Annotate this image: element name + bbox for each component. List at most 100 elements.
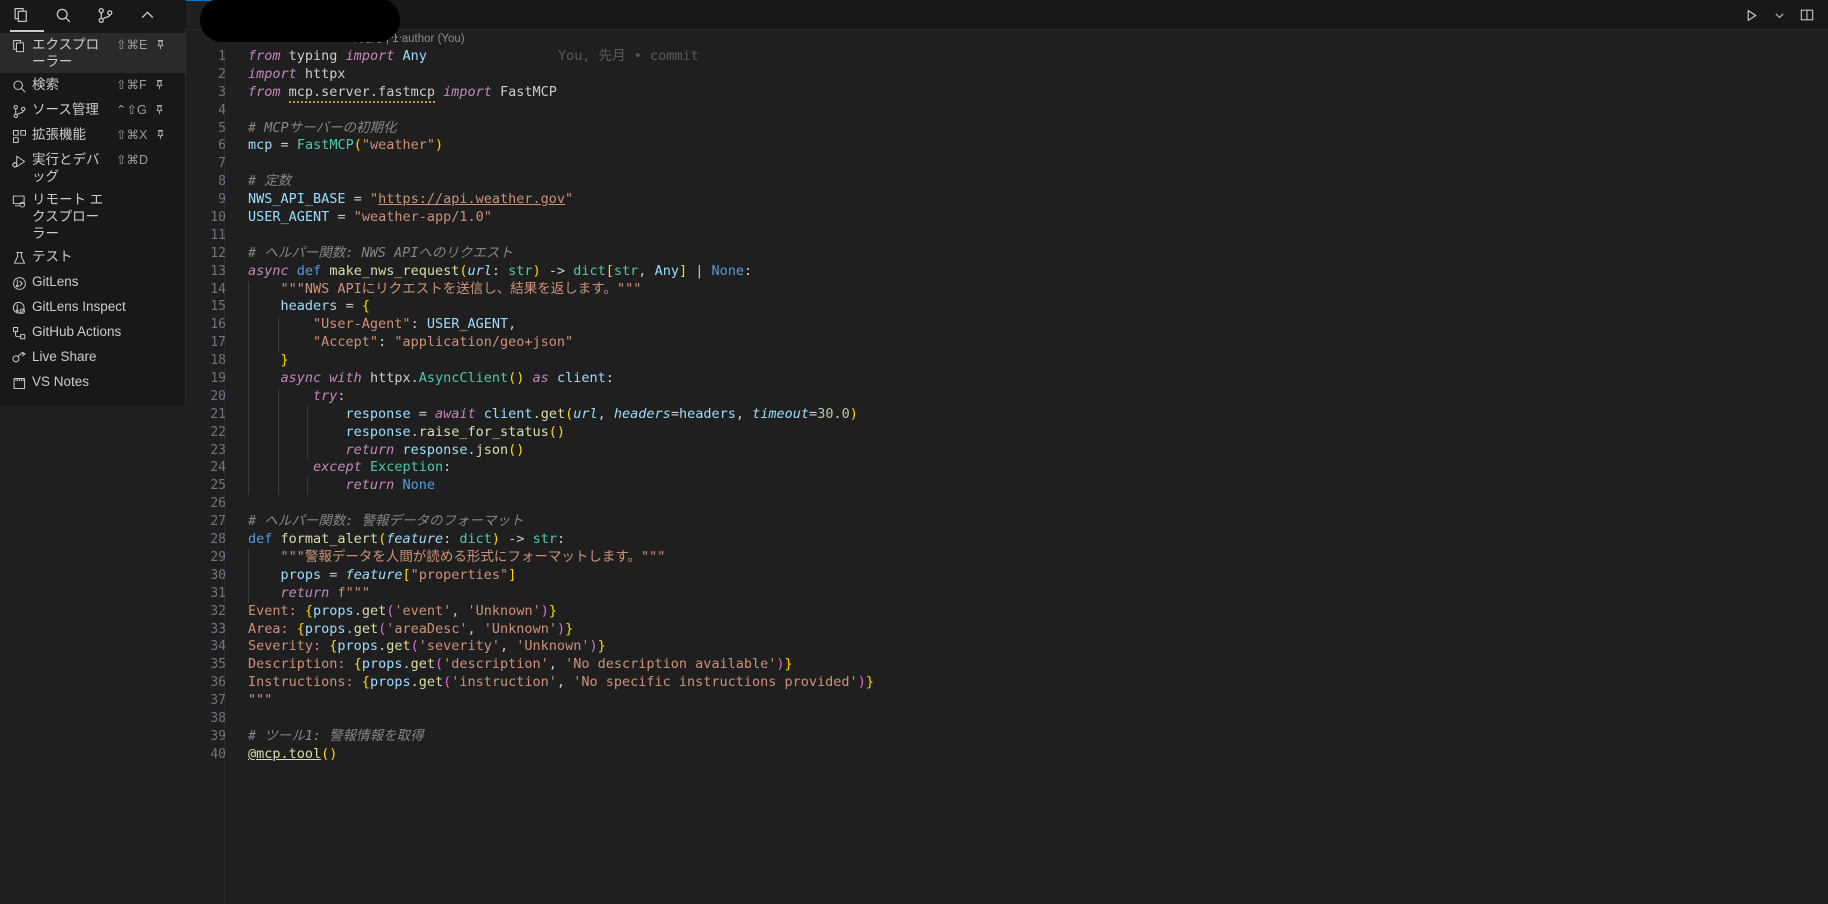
menu-item-7[interactable]: GitLens xyxy=(0,270,185,295)
indent-guide xyxy=(248,316,249,335)
code-line[interactable]: 31 return f""" xyxy=(186,584,1828,603)
code-line[interactable]: 34 Severity: {props.get('severity', 'Unkn… xyxy=(186,638,1828,656)
code-text: mcp = FastMCP("weather") xyxy=(248,137,444,154)
files-icon xyxy=(6,37,32,55)
menu-item-3[interactable]: 拡張機能 ⇧⌘X xyxy=(0,123,185,148)
beaker-icon xyxy=(6,249,32,267)
line-number: 14 xyxy=(210,281,226,297)
activity-bar xyxy=(0,0,186,30)
code-line[interactable]: 40 @mcp.tool() xyxy=(186,746,1828,764)
indent-guide xyxy=(248,334,249,353)
code-line[interactable]: 19 async with httpx.AsyncClient() as cli… xyxy=(186,370,1828,388)
code-line[interactable]: 38 xyxy=(186,710,1828,728)
line-number: 35 xyxy=(210,657,226,673)
line-number: 22 xyxy=(210,424,226,440)
code-line[interactable]: 23 return response.json() xyxy=(186,441,1828,460)
code-text: } xyxy=(248,352,1828,371)
menu-item-label: 検索 xyxy=(32,77,59,92)
search-icon[interactable] xyxy=(42,0,84,30)
tab-overflow-indicator[interactable]: … xyxy=(390,26,403,41)
menu-item-label: テスト xyxy=(32,249,73,264)
code-line[interactable]: 28 def format_alert(feature: dict) -> str… xyxy=(186,531,1828,549)
pin-icon[interactable] xyxy=(153,102,167,119)
code-line[interactable]: 30 props = feature["properties"] xyxy=(186,566,1828,585)
play-icon[interactable] xyxy=(1738,2,1764,28)
code-line[interactable]: 7 xyxy=(186,155,1828,173)
line-number: 23 xyxy=(210,442,226,458)
code-line[interactable]: 13 async def make_nws_request(url: str) -… xyxy=(186,263,1828,281)
indent-guide xyxy=(248,566,249,585)
code-line[interactable]: 24 except Exception: xyxy=(186,459,1828,478)
inline-blame-annotation: You, 先月 • commit xyxy=(558,48,699,64)
menu-item-10[interactable]: Live Share xyxy=(0,345,185,370)
code-line[interactable]: 6 mcp = FastMCP("weather") xyxy=(186,137,1828,155)
pin-icon[interactable] xyxy=(153,37,167,54)
code-line[interactable]: 26 xyxy=(186,495,1828,513)
indent-guide xyxy=(248,548,249,567)
code-text: response.raise_for_status() xyxy=(248,423,1828,442)
code-content[interactable]: 1 from typing import Any You, 先月 • commit 2… xyxy=(186,48,1828,764)
line-number: 12 xyxy=(210,245,226,261)
menu-item-4[interactable]: 実行とデバッグ ⇧⌘D xyxy=(0,148,185,188)
code-line[interactable]: 39 # ツール1: 警報情報を取得 xyxy=(186,728,1828,746)
menu-item-5[interactable]: リモート エクスプローラー xyxy=(0,188,185,245)
code-line[interactable]: 14 """NWS APIにリクエストを送信し、結果を返します。""" xyxy=(186,280,1828,299)
code-line[interactable]: 10 USER_AGENT = "weather-app/1.0" xyxy=(186,209,1828,227)
code-line[interactable]: 1 from typing import Any You, 先月 • commit xyxy=(186,48,1828,66)
code-line[interactable]: 25 return None xyxy=(186,477,1828,496)
menu-item-2[interactable]: ソース管理 ⌃⇧G xyxy=(0,98,185,123)
code-line[interactable]: 12 # ヘルパー関数: NWS APIへのリクエスト xyxy=(186,245,1828,263)
code-text: # ツール1: 警報情報を取得 xyxy=(248,727,424,744)
code-line[interactable]: 35 Description: {props.get('description',… xyxy=(186,656,1828,674)
pin-icon[interactable] xyxy=(153,127,167,144)
code-line[interactable]: 22 response.raise_for_status() xyxy=(186,423,1828,442)
code-line[interactable]: 36 Instructions: {props.get('instruction'… xyxy=(186,674,1828,692)
code-line[interactable]: 33 Area: {props.get('areaDesc', 'Unknown'… xyxy=(186,621,1828,639)
code-line[interactable]: 17 "Accept": "application/geo+json" xyxy=(186,334,1828,353)
line-number: 39 xyxy=(210,728,226,744)
line-number: 7 xyxy=(218,156,226,172)
code-line[interactable]: 29 """警報データを人間が読める形式にフォーマットします。""" xyxy=(186,548,1828,567)
code-text: async def make_nws_request(url: str) -> … xyxy=(248,262,753,279)
menu-item-1[interactable]: 検索 ⇧⌘F xyxy=(0,73,185,98)
live-share-icon xyxy=(6,349,32,367)
code-line[interactable]: 16 "User-Agent": USER_AGENT, xyxy=(186,316,1828,335)
code-line[interactable]: 20 try: xyxy=(186,387,1828,406)
menu-item-keybinding: ⌃⇧G xyxy=(116,103,147,117)
code-text: NWS_API_BASE = "https://api.weather.gov" xyxy=(248,191,574,208)
menu-item-8[interactable]: GitLens Inspect xyxy=(0,295,185,320)
menu-item-11[interactable]: VS Notes xyxy=(0,370,185,395)
code-line[interactable]: 18 } xyxy=(186,352,1828,371)
chevron-down-icon[interactable] xyxy=(1766,2,1792,28)
code-line[interactable]: 9 NWS_API_BASE = "https://api.weather.gov… xyxy=(186,191,1828,209)
chevron-up-icon[interactable] xyxy=(126,0,168,30)
source-control-icon[interactable] xyxy=(84,0,126,30)
code-line[interactable]: 32 Event: {props.get('event', 'Unknown')} xyxy=(186,603,1828,621)
menu-item-6[interactable]: テスト xyxy=(0,245,185,270)
code-line[interactable]: 21 response = await client.get(url, head… xyxy=(186,405,1828,424)
code-line[interactable]: 15 headers = { xyxy=(186,298,1828,317)
code-line[interactable]: 2 import httpx xyxy=(186,66,1828,84)
menu-item-0[interactable]: エクスプローラー ⇧⌘E xyxy=(0,33,185,73)
code-text: import httpx xyxy=(248,65,346,82)
code-text: response = await client.get(url, headers… xyxy=(248,405,1828,424)
menu-list: エクスプローラー ⇧⌘E 検索 ⇧⌘F ソース管理 ⌃⇧G 拡張機能 ⇧⌘X 実行とデバッグ ⇧⌘… xyxy=(0,33,185,395)
code-text: Description: {props.get('description', '… xyxy=(248,656,793,673)
code-line[interactable]: 37 """ xyxy=(186,692,1828,710)
code-line[interactable]: 8 # 定数 xyxy=(186,173,1828,191)
line-number: 37 xyxy=(210,693,226,709)
pin-icon[interactable] xyxy=(153,77,167,94)
code-line[interactable]: 4 xyxy=(186,102,1828,120)
menu-item-9[interactable]: GitHub Actions xyxy=(0,320,185,345)
explorer-icon[interactable] xyxy=(0,0,42,30)
code-line[interactable]: 5 # MCPサーバーの初期化 xyxy=(186,120,1828,138)
code-line[interactable]: 3 from mcp.server.fastmcp import FastMCP xyxy=(186,83,1828,103)
split-editor-icon[interactable] xyxy=(1794,2,1820,28)
menu-item-label: GitHub Actions xyxy=(32,324,122,339)
code-line[interactable]: 27 # ヘルパー関数: 警報データのフォーマット xyxy=(186,513,1828,531)
line-number: 13 xyxy=(210,263,226,279)
indent-guide xyxy=(277,334,279,353)
line-number: 16 xyxy=(210,317,226,333)
code-line[interactable]: 11 xyxy=(186,227,1828,245)
line-number: 17 xyxy=(210,335,226,351)
